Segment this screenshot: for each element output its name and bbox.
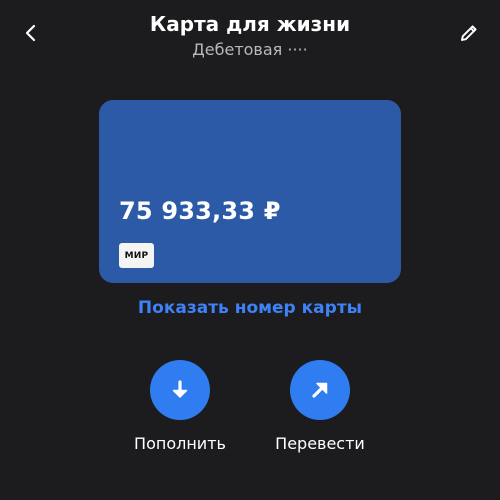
edit-button[interactable] <box>452 16 486 50</box>
card-balance: 75 933,33 ₽ <box>119 197 281 225</box>
mir-logo: МИР <box>119 243 154 268</box>
pencil-icon <box>461 25 477 41</box>
bank-card[interactable]: 75 933,33 ₽ МИР <box>99 100 401 283</box>
show-card-number-link[interactable]: Показать номер карты <box>0 298 500 318</box>
arrow-down-icon <box>172 380 188 398</box>
page-title: Карта для жизни <box>149 12 351 36</box>
transfer-circle[interactable] <box>290 360 350 420</box>
card-details-screen: Карта для жизни Дебетовая ···· 75 933,33… <box>0 0 500 500</box>
transfer-button[interactable]: Перевести <box>250 360 390 453</box>
arrow-up-right-icon <box>312 382 328 398</box>
card-type-subtitle: Дебетовая ···· <box>192 40 308 59</box>
topup-circle[interactable] <box>150 360 210 420</box>
transfer-label: Перевести <box>275 434 365 453</box>
topup-button[interactable]: Пополнить <box>110 360 250 453</box>
topup-label: Пополнить <box>134 434 226 453</box>
